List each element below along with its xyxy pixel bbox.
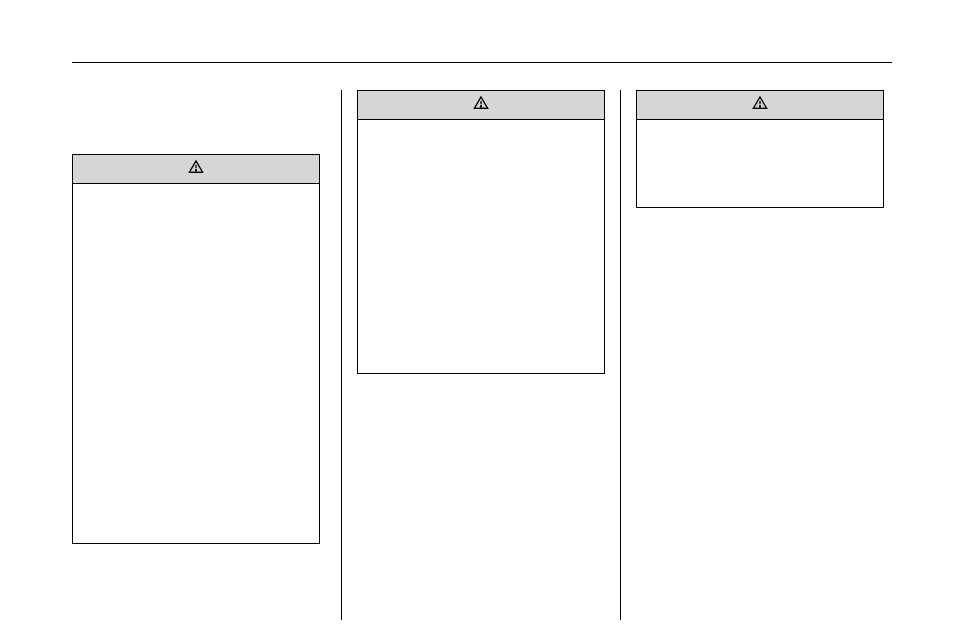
warning-box-middle-body (358, 120, 604, 132)
warning-box-right-body (637, 120, 883, 132)
warning-box-right-header (637, 91, 883, 120)
warning-box-left (72, 154, 320, 544)
warning-box-middle-header (358, 91, 604, 120)
warning-box-right (636, 90, 884, 208)
page (0, 0, 954, 636)
top-rule (72, 62, 892, 63)
warning-triangle-icon (188, 159, 204, 180)
column-separator-1 (341, 90, 342, 620)
warning-box-left-body (73, 184, 319, 196)
warning-triangle-icon (473, 95, 489, 116)
warning-triangle-icon (752, 95, 768, 116)
warning-box-left-header (73, 155, 319, 184)
warning-box-middle (357, 90, 605, 374)
column-separator-2 (620, 90, 621, 620)
